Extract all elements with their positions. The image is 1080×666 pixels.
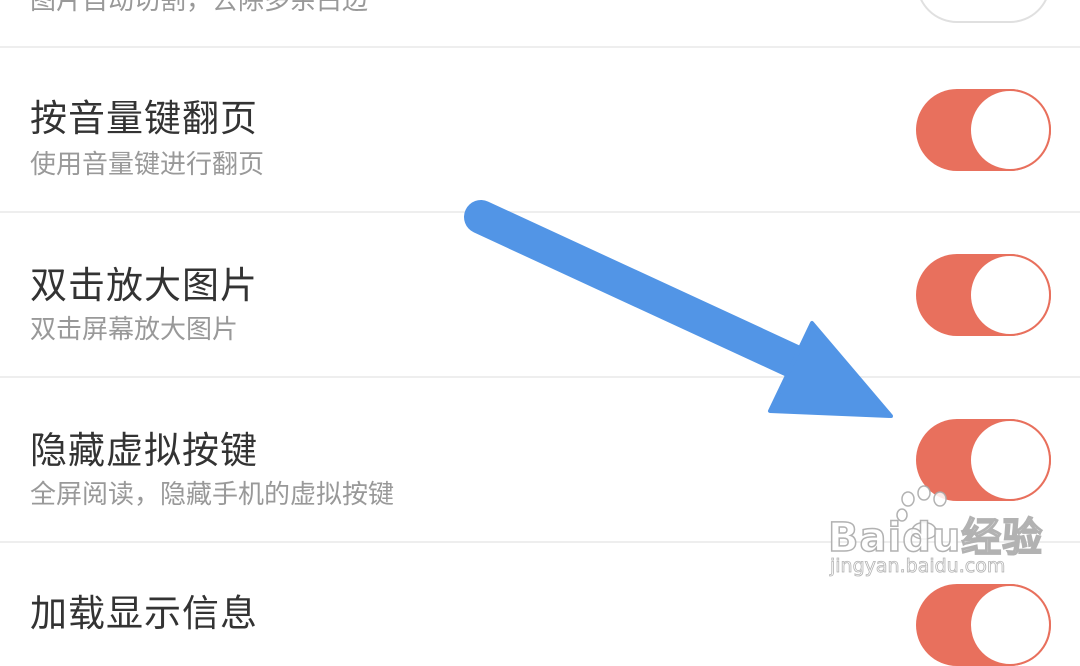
setting-subtitle: 全屏阅读，隐藏手机的虚拟按键 bbox=[30, 480, 395, 510]
setting-row-load-info[interactable]: 加载显示信息 bbox=[0, 543, 1080, 666]
setting-title: 隐藏虚拟按键 bbox=[30, 429, 258, 472]
setting-subtitle: 图片自动切割，去除多余白边 bbox=[30, 0, 369, 16]
setting-title: 按音量键翻页 bbox=[30, 97, 258, 140]
toggle-knob bbox=[969, 584, 1051, 666]
volume-key-page-turn-toggle[interactable] bbox=[916, 89, 1051, 171]
toggle-knob bbox=[969, 419, 1051, 501]
setting-title: 双击放大图片 bbox=[30, 264, 258, 307]
setting-row-auto-crop[interactable]: 图片自动切割，去除多余白边 bbox=[0, 0, 1080, 46]
setting-row-double-tap-zoom[interactable]: 双击放大图片 双击屏幕放大图片 bbox=[0, 213, 1080, 376]
auto-crop-toggle[interactable] bbox=[916, 0, 1051, 23]
setting-title: 加载显示信息 bbox=[30, 592, 258, 635]
toggle-knob bbox=[969, 254, 1051, 336]
setting-row-volume-key-page-turn[interactable]: 按音量键翻页 使用音量键进行翻页 bbox=[0, 48, 1080, 211]
double-tap-zoom-toggle[interactable] bbox=[916, 254, 1051, 336]
toggle-knob bbox=[969, 89, 1051, 171]
setting-subtitle: 双击屏幕放大图片 bbox=[30, 315, 239, 345]
hide-virtual-keys-toggle[interactable] bbox=[916, 419, 1051, 501]
setting-row-hide-virtual-keys[interactable]: 隐藏虚拟按键 全屏阅读，隐藏手机的虚拟按键 bbox=[0, 378, 1080, 541]
setting-subtitle: 使用音量键进行翻页 bbox=[30, 150, 265, 180]
load-info-toggle[interactable] bbox=[916, 584, 1051, 666]
